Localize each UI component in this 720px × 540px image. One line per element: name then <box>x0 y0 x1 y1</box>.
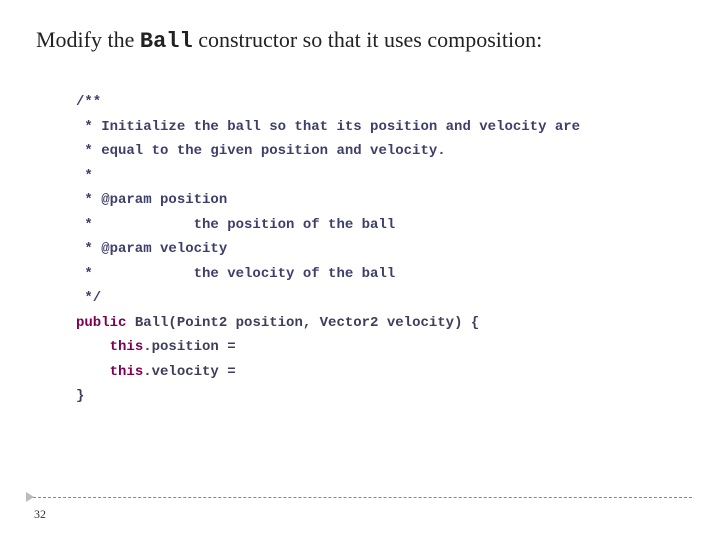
code-indent <box>76 364 110 380</box>
code-line: */ <box>76 290 101 306</box>
code-keyword: public <box>76 315 126 331</box>
code-line: * @param position <box>76 192 227 208</box>
code-line: * Initialize the ball so that its positi… <box>76 119 580 135</box>
code-line: * @param velocity <box>76 241 227 257</box>
slide-number: 32 <box>34 507 46 522</box>
code-line: * the velocity of the ball <box>76 266 395 282</box>
code-line: } <box>76 388 84 404</box>
code-line: /** <box>76 94 101 110</box>
footer-divider <box>28 497 692 498</box>
slide: Modify the Ball constructor so that it u… <box>0 0 720 540</box>
code-indent <box>76 339 110 355</box>
title-text-post: constructor so that it uses composition: <box>193 27 543 52</box>
title-text-pre: Modify the <box>36 27 140 52</box>
code-line: .position = <box>143 339 244 355</box>
code-line: Ball(Point2 position, Vector2 velocity) … <box>126 315 479 331</box>
code-line: * <box>76 168 93 184</box>
title-mono-word: Ball <box>140 29 193 54</box>
code-keyword: this <box>110 339 144 355</box>
code-line: .velocity = <box>143 364 244 380</box>
code-line: * equal to the given position and veloci… <box>76 143 446 159</box>
code-block: /** * Initialize the ball so that its po… <box>76 90 580 409</box>
arrow-icon <box>26 492 34 502</box>
slide-title: Modify the Ball constructor so that it u… <box>36 26 690 57</box>
code-keyword: this <box>110 364 144 380</box>
code-line: * the position of the ball <box>76 217 395 233</box>
